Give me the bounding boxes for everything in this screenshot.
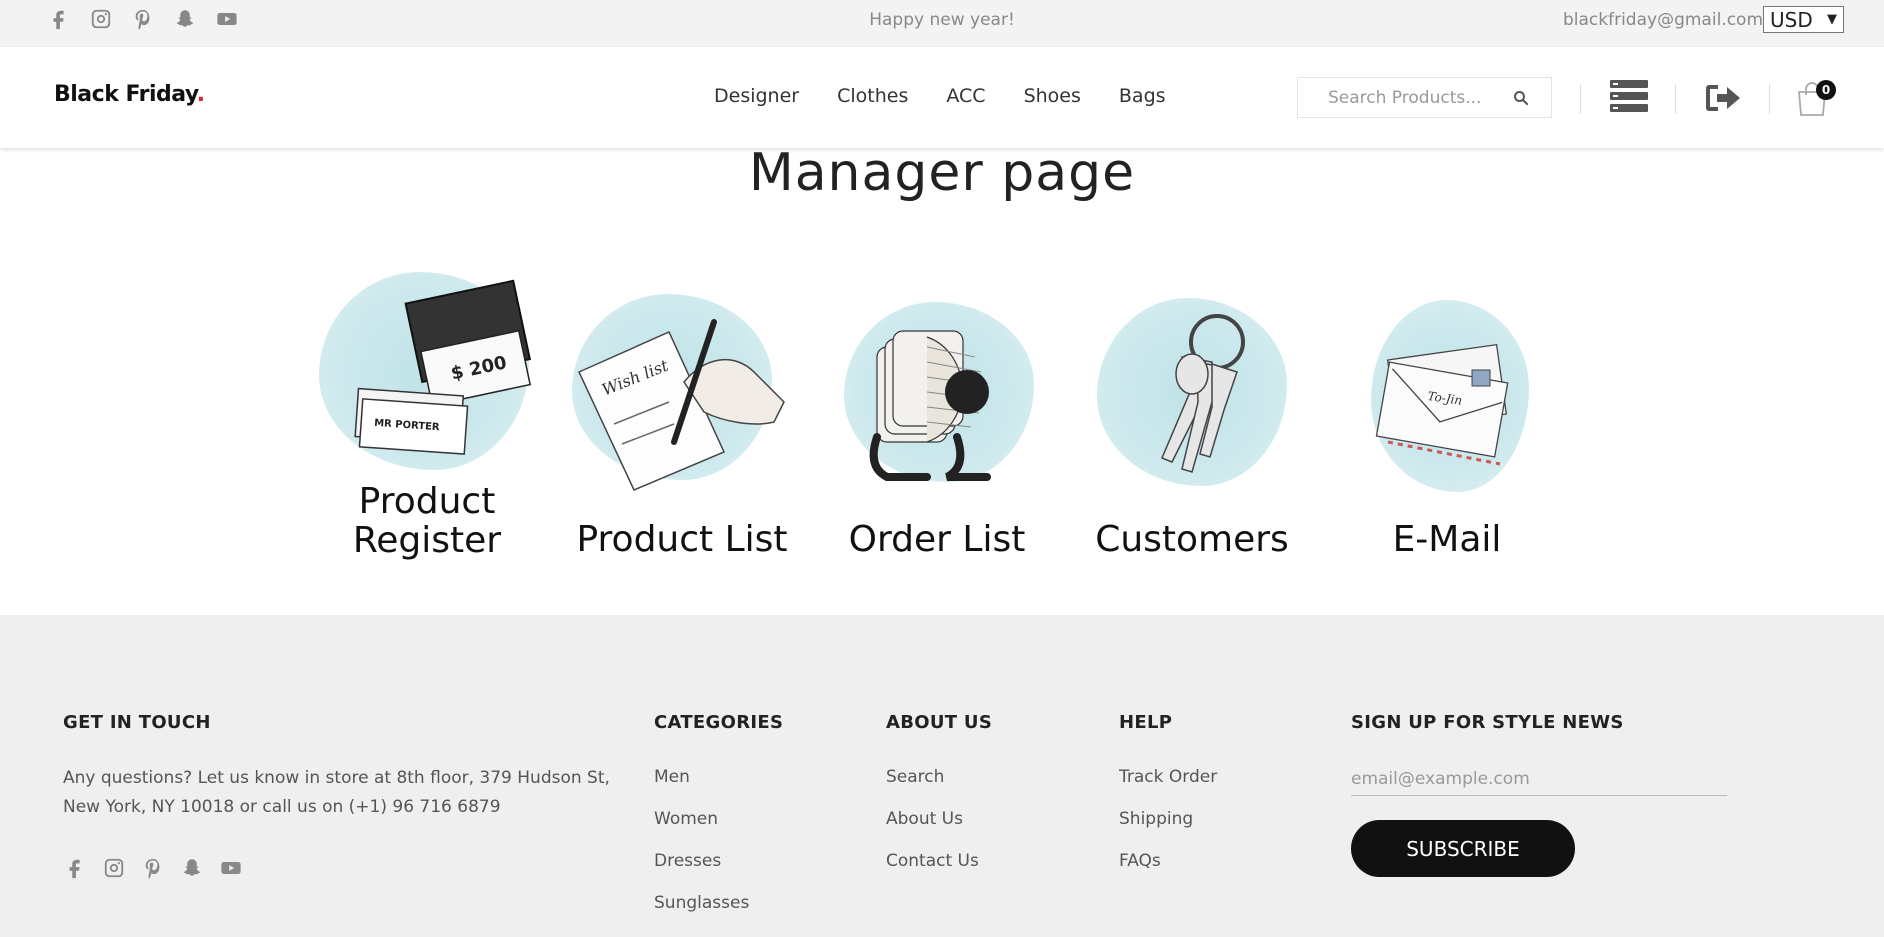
- footer-link-dresses[interactable]: Dresses: [654, 851, 783, 893]
- tile-label: Order List: [848, 519, 1026, 560]
- site-footer: GET IN TOUCH Any questions? Let us know …: [0, 615, 1884, 937]
- nav-designer[interactable]: Designer: [714, 85, 799, 107]
- footer-contact: GET IN TOUCH Any questions? Let us know …: [63, 712, 623, 880]
- page-title: Manager page: [748, 143, 1136, 203]
- newsletter-email-input[interactable]: [1351, 762, 1727, 796]
- cart-count-badge: 0: [1816, 80, 1836, 100]
- top-social-links: [47, 7, 257, 31]
- youtube-icon[interactable]: [215, 7, 239, 31]
- chevron-down-icon: ▼: [1827, 12, 1837, 27]
- gift-card-icon: $ 200 MR PORTER: [354, 279, 532, 455]
- currency-select[interactable]: USD ▼: [1763, 6, 1844, 33]
- footer-newsletter: SIGN UP FOR STYLE NEWS SUBSCRIBE: [1351, 712, 1727, 877]
- snapchat-icon[interactable]: [173, 7, 197, 31]
- wish-list-icon: Wish list: [577, 319, 785, 491]
- tile-label: Product List: [576, 519, 788, 560]
- facebook-icon[interactable]: [47, 7, 71, 31]
- footer-heading: HELP: [1119, 712, 1173, 733]
- contact-email[interactable]: blackfriday@gmail.com: [1563, 10, 1763, 30]
- currency-value: USD: [1770, 7, 1813, 32]
- footer-heading: CATEGORIES: [654, 712, 784, 733]
- footer-link-contact-us[interactable]: Contact Us: [886, 851, 992, 893]
- search-input[interactable]: [1328, 78, 1508, 117]
- search-icon[interactable]: [1513, 90, 1529, 106]
- footer-categories: CATEGORIES Men Women Dresses Sunglasses: [654, 712, 783, 935]
- footer-link-shipping[interactable]: Shipping: [1119, 809, 1217, 851]
- footer-link-faqs[interactable]: FAQs: [1119, 851, 1217, 893]
- top-bar: Happy new year! blackfriday@gmail.com US…: [0, 0, 1884, 47]
- footer-link-search[interactable]: Search: [886, 767, 992, 809]
- footer-link-track-order[interactable]: Track Order: [1119, 767, 1217, 809]
- footer-link-men[interactable]: Men: [654, 767, 783, 809]
- main-nav: Designer Clothes ACC Shoes Bags: [714, 85, 1204, 107]
- youtube-icon[interactable]: [219, 856, 243, 880]
- tile-label: Product Register: [352, 481, 502, 561]
- envelopes-icon: To-Jin: [1375, 343, 1509, 466]
- pinterest-icon[interactable]: [131, 7, 155, 31]
- rolodex-icon: [869, 330, 991, 481]
- header-divider: [1769, 84, 1770, 114]
- snapchat-icon[interactable]: [180, 856, 204, 880]
- instagram-icon[interactable]: [89, 7, 113, 31]
- nav-clothes[interactable]: Clothes: [837, 85, 908, 107]
- footer-heading: ABOUT US: [886, 712, 993, 733]
- facebook-icon[interactable]: [63, 856, 87, 880]
- nav-bags[interactable]: Bags: [1119, 85, 1166, 107]
- tile-label: Customers: [1095, 519, 1289, 560]
- search-box: [1297, 77, 1552, 118]
- logout-icon[interactable]: [1705, 83, 1741, 113]
- footer-heading: SIGN UP FOR STYLE NEWS: [1351, 712, 1624, 733]
- nav-shoes[interactable]: Shoes: [1024, 85, 1081, 107]
- footer-link-women[interactable]: Women: [654, 809, 783, 851]
- footer-help: HELP Track Order Shipping FAQs: [1119, 712, 1217, 893]
- footer-heading: GET IN TOUCH: [63, 712, 211, 733]
- subscribe-button[interactable]: SUBSCRIBE: [1351, 820, 1575, 877]
- instagram-icon[interactable]: [102, 856, 126, 880]
- tile-label: E-Mail: [1392, 519, 1502, 560]
- menu-list-icon[interactable]: [1609, 79, 1649, 113]
- footer-link-about-us[interactable]: About Us: [886, 809, 992, 851]
- footer-about: ABOUT US Search About Us Contact Us: [886, 712, 992, 893]
- footer-link-sunglasses[interactable]: Sunglasses: [654, 893, 783, 935]
- header-divider: [1675, 84, 1676, 114]
- nav-acc[interactable]: ACC: [946, 85, 985, 107]
- logo-text: Black Friday: [54, 82, 197, 107]
- logo[interactable]: Black Friday.: [54, 82, 205, 107]
- footer-social-links: [63, 856, 623, 880]
- pinterest-icon[interactable]: [141, 856, 165, 880]
- header-divider: [1580, 84, 1581, 114]
- contact-text: Any questions? Let us know in store at 8…: [63, 768, 610, 817]
- logo-dot: .: [196, 82, 205, 107]
- keys-icon: [1161, 314, 1245, 473]
- site-header: Black Friday. Designer Clothes ACC Shoes…: [0, 47, 1884, 148]
